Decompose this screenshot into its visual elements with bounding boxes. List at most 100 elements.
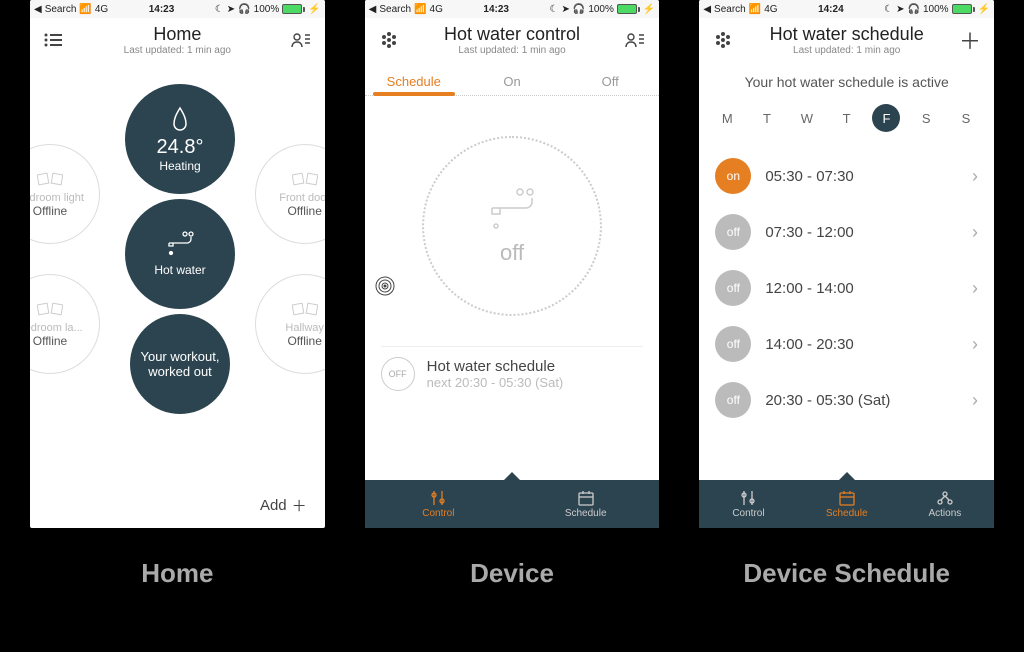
nav-schedule[interactable]: Schedule	[798, 480, 896, 528]
back-label: Search	[45, 4, 77, 15]
slot-row[interactable]: off20:30 - 05:30 (Sat)›	[711, 372, 982, 428]
tile-hallway[interactable]: Hallway Offline	[255, 274, 325, 374]
add-label: Add	[260, 497, 287, 514]
switch-icon	[37, 300, 63, 318]
slot-row[interactable]: on05:30 - 07:30›	[711, 148, 982, 204]
day-0[interactable]: M	[713, 104, 741, 132]
chevron-right-icon: ›	[972, 278, 978, 299]
tile-front-door[interactable]: Front door Offline	[255, 144, 325, 244]
users-icon[interactable]	[621, 26, 649, 54]
schedule-card[interactable]: OFF Hot water schedule next 20:30 - 05:3…	[381, 346, 644, 401]
page-title: Home	[68, 24, 287, 45]
page-subtitle: Last updated: 1 min ago	[68, 45, 287, 56]
battery-icon	[282, 4, 305, 14]
network: 4G	[430, 4, 443, 15]
nav-label: Control	[732, 508, 764, 519]
nav-label: Schedule	[565, 508, 607, 519]
battery-pct: 100%	[588, 4, 614, 15]
schedule-status: Your hot water schedule is active	[699, 64, 994, 104]
chevron-right-icon: ›	[972, 166, 978, 187]
location-icon: ➤	[561, 4, 569, 15]
tile-state: Offline	[287, 334, 321, 348]
tile-hot-water[interactable]: Hot water	[125, 199, 235, 309]
day-2[interactable]: W	[793, 104, 821, 132]
heating-temp: 24.8°	[157, 136, 204, 159]
nav-actions[interactable]: Actions	[896, 480, 994, 528]
tab-off[interactable]: Off	[561, 68, 659, 95]
back-icon: ◀	[703, 4, 711, 15]
day-selector: MTWTFSS	[699, 104, 994, 148]
tile-label: Hallway	[285, 322, 324, 334]
slot-state: on	[715, 158, 751, 194]
back-label: Search	[379, 4, 411, 15]
slot-time: 12:00 - 14:00	[765, 280, 958, 297]
slot-row[interactable]: off 14:00 - 20:30 ›	[711, 316, 982, 372]
calendar-icon	[838, 490, 856, 506]
slot-list: on05:30 - 07:30›off07:30 - 12:00› off 12:0…	[699, 148, 994, 428]
users-icon[interactable]	[287, 26, 315, 54]
tab-on[interactable]: On	[463, 68, 561, 95]
radar-icon[interactable]	[375, 276, 395, 296]
clock: 14:23	[483, 4, 509, 15]
chevron-right-icon: ›	[972, 222, 978, 243]
bottom-nav: Control Schedule Actions	[699, 480, 994, 528]
day-6[interactable]: S	[952, 104, 980, 132]
tile-label: Front door	[279, 192, 324, 204]
headphones-icon: 🎧	[573, 4, 585, 15]
honeycomb-icon[interactable]	[375, 26, 403, 54]
status-bar: ◀Search📶4G 14:24 ☾➤🎧100%⚡	[699, 0, 994, 18]
tab-schedule[interactable]: Schedule	[365, 68, 463, 95]
sliders-icon	[739, 490, 757, 506]
tile-bedroom-light[interactable]: Bedroom light Offline	[30, 144, 100, 244]
slot-row[interactable]: off07:30 - 12:00›	[711, 204, 982, 260]
location-icon: ➤	[896, 4, 904, 15]
nav-control[interactable]: Control	[699, 480, 797, 528]
header: Home Last updated: 1 min ago	[30, 18, 325, 64]
slot-row[interactable]: off12:00 - 14:00›	[711, 260, 982, 316]
dial-area: off OFF Hot water schedule next 20:30 - …	[365, 96, 660, 480]
sliders-icon	[429, 490, 447, 506]
caption-device: Device	[365, 558, 660, 589]
tile-state: Offline	[33, 204, 67, 218]
location-icon: ➤	[227, 4, 235, 15]
clock: 14:24	[818, 4, 844, 15]
nav-control[interactable]: Control	[365, 480, 512, 528]
network: 4G	[764, 4, 777, 15]
menu-icon[interactable]	[40, 26, 68, 54]
actions-icon	[936, 490, 954, 506]
chevron-right-icon: ›	[972, 334, 978, 355]
charging-icon: ⚡	[643, 4, 655, 15]
chevron-right-icon: ›	[972, 390, 978, 411]
tile-state: Offline	[287, 204, 321, 218]
add-button[interactable]: Add ＋	[260, 495, 307, 516]
screen-schedule: ◀Search📶4G 14:24 ☾➤🎧100%⚡ Hot water sche…	[699, 0, 994, 528]
tile-bedroom-lamp[interactable]: Bedroom la... Offline	[30, 274, 100, 374]
heating-label: Heating	[159, 159, 200, 173]
control-dial[interactable]: off	[422, 136, 602, 316]
schedule-badge: OFF	[381, 357, 415, 391]
nav-label: Actions	[928, 508, 961, 519]
honeycomb: 24.8° Heating Bedroom light Offline Fron…	[30, 64, 325, 528]
flame-icon	[169, 106, 191, 134]
status-bar: ◀ Search 📶 4G 14:23 ☾ ➤ 🎧 100% ⚡	[30, 0, 325, 18]
day-1[interactable]: T	[753, 104, 781, 132]
signal-icon: 📶	[749, 4, 761, 15]
day-4[interactable]: F	[872, 104, 900, 132]
add-icon[interactable]: ＋	[956, 26, 984, 54]
day-3[interactable]: T	[833, 104, 861, 132]
schedule-title: Hot water schedule	[427, 358, 564, 375]
charging-icon: ⚡	[978, 4, 990, 15]
charging-icon: ⚡	[308, 4, 320, 15]
network: 4G	[95, 4, 108, 15]
honeycomb-icon[interactable]	[709, 26, 737, 54]
screen-device: ◀Search📶4G 14:23 ☾➤🎧100%⚡ Hot water cont…	[365, 0, 660, 528]
tile-workout[interactable]: Your workout, worked out	[130, 314, 230, 414]
mode-tabs: Schedule On Off	[365, 64, 660, 96]
nav-schedule[interactable]: Schedule	[512, 480, 659, 528]
bottom-nav: Control Schedule	[365, 480, 660, 528]
slot-state: off	[715, 326, 751, 362]
slot-time: 14:00 - 20:30	[765, 336, 958, 353]
tile-heating[interactable]: 24.8° Heating	[125, 84, 235, 194]
caption-home: Home	[30, 558, 325, 589]
day-5[interactable]: S	[912, 104, 940, 132]
